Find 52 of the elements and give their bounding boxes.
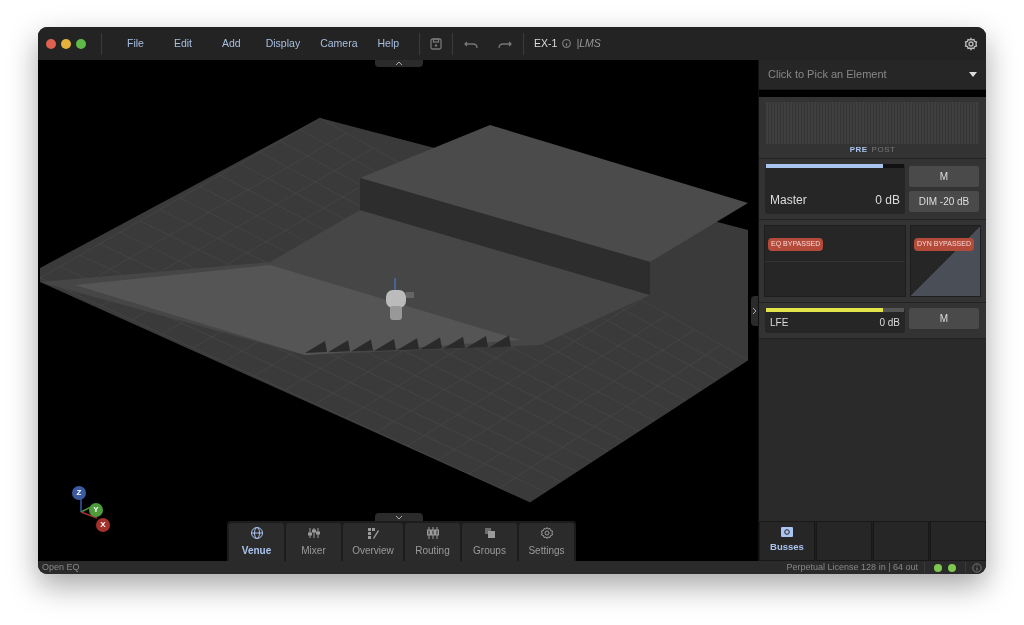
meter-mode-toggle[interactable]: PRE — [849, 144, 868, 156]
settings-icon — [539, 526, 554, 540]
menu-item[interactable]: Add — [222, 35, 241, 52]
view-tab[interactable]: Settings — [519, 523, 574, 561]
stacked-squares-icon — [482, 526, 497, 540]
faders-icon — [425, 526, 440, 540]
figure-drawing[interactable] — [386, 277, 414, 320]
save-icon[interactable] — [430, 37, 443, 50]
view-tab[interactable]: Mixer — [286, 523, 341, 561]
collapse-handle[interactable] — [375, 60, 423, 67]
collapse-handle[interactable] — [751, 296, 758, 326]
axis-label: Y — [89, 503, 103, 517]
settings-icon[interactable] — [964, 36, 978, 51]
channel-name: LFE — [770, 316, 789, 330]
view-tab[interactable]: Overview — [343, 523, 403, 561]
license-text: Perpetual License 128 in | 64 out — [786, 560, 918, 574]
project-name: EX-1 — [534, 35, 558, 51]
picker-placeholder: Click to Pick an Element — [768, 67, 887, 83]
info-icon[interactable] — [972, 562, 982, 573]
gain-reading: 0 dB — [875, 192, 900, 209]
menu-item[interactable]: Help — [377, 35, 400, 52]
mute-button[interactable]: M — [909, 308, 979, 329]
project-suffix: |LMS — [576, 35, 601, 51]
caret-icon — [969, 72, 977, 77]
dim-button[interactable]: DIM -20 dB — [909, 191, 979, 212]
info-icon[interactable] — [562, 39, 572, 48]
axis-label: Z — [72, 486, 86, 500]
grid-icon — [366, 526, 380, 540]
sliders-icon — [306, 526, 321, 540]
window-control[interactable] — [46, 38, 56, 49]
view-tab[interactable]: Venue — [229, 523, 284, 561]
axis-label: X — [96, 518, 110, 532]
globe-icon — [249, 526, 264, 540]
menu-item[interactable]: Edit — [173, 35, 192, 52]
chevron-down-icon — [395, 514, 403, 520]
menu-item[interactable]: Camera — [320, 35, 358, 52]
menu-item[interactable]: File — [127, 35, 144, 52]
speaker-icon — [781, 527, 793, 538]
channel-name: Master — [770, 192, 807, 209]
status-text: Open EQ — [42, 560, 80, 574]
panel-tab[interactable]: Busses — [759, 521, 815, 561]
chevron-up-icon — [395, 61, 403, 66]
window-control[interactable] — [61, 38, 71, 49]
element-picker[interactable]: Click to Pick an Element — [759, 60, 986, 90]
collapse-handle[interactable] — [375, 513, 423, 521]
view-tab[interactable]: Routing — [405, 523, 460, 561]
window-control[interactable] — [76, 38, 86, 49]
view-tab[interactable]: Groups — [462, 523, 517, 561]
mute-button[interactable]: M — [909, 166, 979, 187]
menu-item[interactable]: Display — [265, 35, 301, 52]
chevron-right-icon — [752, 307, 757, 315]
gain-reading: 0 dB — [879, 316, 900, 330]
